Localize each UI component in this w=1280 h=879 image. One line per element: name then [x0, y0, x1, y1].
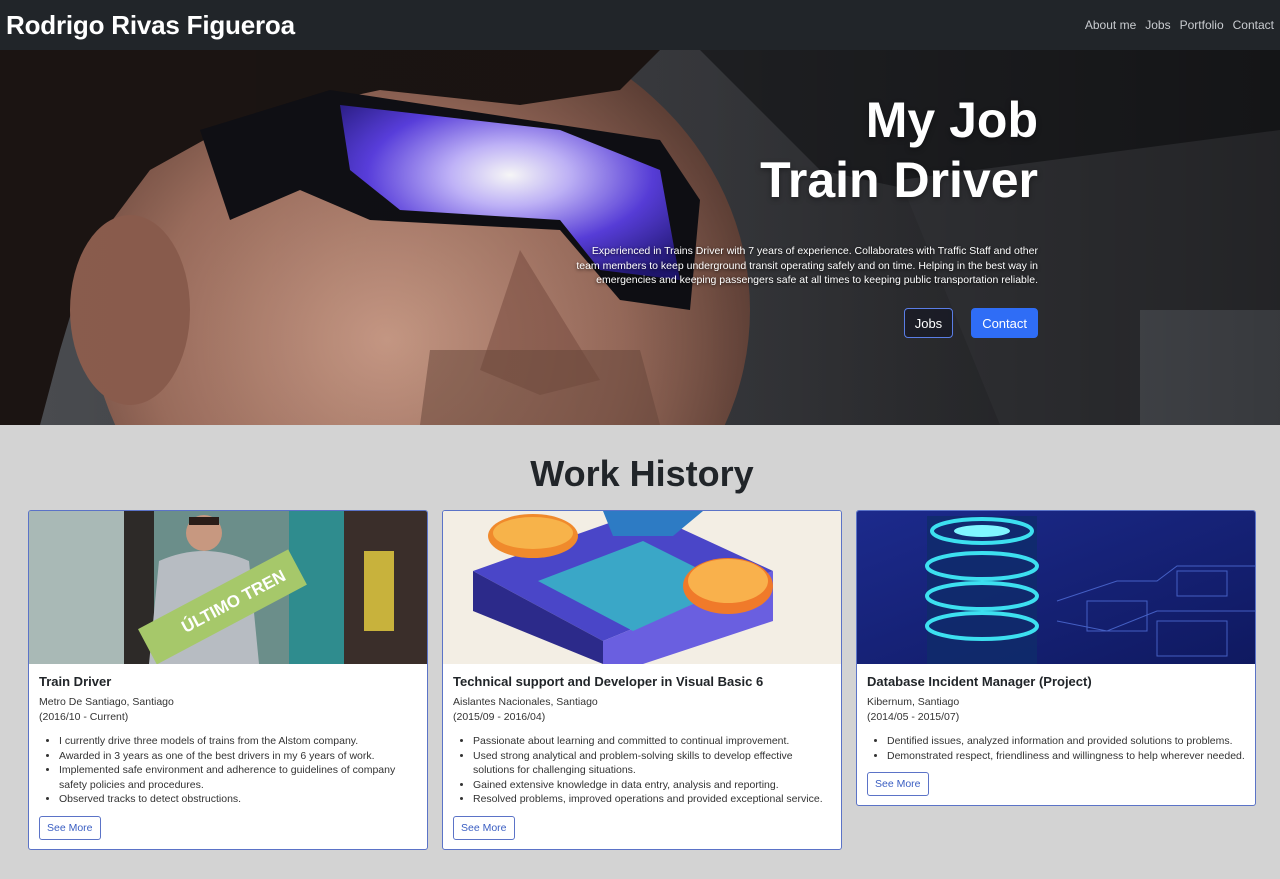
nav-link-about-me[interactable]: About me: [1076, 18, 1136, 32]
card-bullet-list: I currently drive three models of trains…: [59, 734, 417, 807]
nav-links: About me Jobs Portfolio Contact: [1076, 18, 1274, 32]
jobs-button[interactable]: Jobs: [903, 308, 954, 338]
card-image-train-driver: ÚLTIMO TREN: [29, 511, 427, 664]
see-more-button-database[interactable]: See More: [867, 772, 929, 797]
list-item: Passionate about learning and committed …: [473, 734, 831, 749]
see-more-button-train-driver[interactable]: See More: [39, 815, 101, 840]
card-title: Technical support and Developer in Visua…: [453, 674, 764, 689]
navbar: Rodrigo Rivas Figueroa About me Jobs Por…: [0, 0, 1280, 50]
card-image-technical-support: [443, 511, 841, 664]
card-body: Train Driver Metro De Santiago, Santiago…: [29, 664, 427, 849]
card-company: Kibernum, Santiago: [867, 696, 960, 708]
list-item: Gained extensive knowledge in data entry…: [473, 778, 831, 793]
hero-title-line2: Train Driver: [760, 152, 1038, 208]
card-bullet-list: Dentified issues, analyzed information a…: [887, 734, 1245, 763]
work-history-title: Work History: [530, 453, 754, 494]
brand-name[interactable]: Rodrigo Rivas Figueroa: [6, 10, 295, 41]
contact-button[interactable]: Contact: [971, 308, 1038, 338]
card-image-database: [857, 511, 1255, 664]
list-item: Observed tracks to detect obstructions.: [59, 792, 417, 807]
list-item: Awarded in 3 years as one of the best dr…: [59, 749, 417, 764]
card-dates: (2016/10 - Current): [39, 711, 129, 723]
list-item: Demonstrated respect, friendliness and w…: [887, 749, 1245, 764]
hero-text-block: My Job Train Driver Experienced in Train…: [568, 90, 1038, 288]
card-body: Technical support and Developer in Visua…: [443, 664, 841, 849]
list-item: Dentified issues, analyzed information a…: [887, 734, 1245, 749]
hero-buttons: Jobs Contact: [903, 308, 1038, 338]
hero-description: Experienced in Trains Driver with 7 year…: [576, 245, 1038, 286]
list-item: Implemented safe environment and adheren…: [59, 763, 417, 792]
hero-section: My Job Train Driver Experienced in Train…: [0, 50, 1280, 425]
work-card-train-driver: ÚLTIMO TREN Train Driver Metro De Santia…: [28, 510, 428, 850]
card-dates: (2014/05 - 2015/07): [867, 711, 960, 723]
card-body: Database Incident Manager (Project) Kibe…: [857, 664, 1255, 805]
nav-link-contact[interactable]: Contact: [1224, 18, 1274, 32]
card-bullet-list: Passionate about learning and committed …: [473, 734, 831, 807]
see-more-button-technical-support[interactable]: See More: [453, 815, 515, 840]
card-title: Database Incident Manager (Project): [867, 674, 1092, 689]
list-item: I currently drive three models of trains…: [59, 734, 417, 749]
work-card-database-incident-manager: Database Incident Manager (Project) Kibe…: [856, 510, 1256, 807]
nav-link-jobs[interactable]: Jobs: [1136, 18, 1170, 32]
list-item: Resolved problems, improved operations a…: [473, 792, 831, 807]
hero-title-line1: My Job: [865, 92, 1038, 148]
work-card-technical-support: Technical support and Developer in Visua…: [442, 510, 842, 850]
card-dates: (2015/09 - 2016/04): [453, 711, 546, 723]
nav-link-portfolio[interactable]: Portfolio: [1171, 18, 1224, 32]
card-company: Aislantes Nacionales, Santiago: [453, 696, 598, 708]
list-item: Used strong analytical and problem-solvi…: [473, 749, 831, 778]
card-title: Train Driver: [39, 674, 112, 689]
card-company: Metro De Santiago, Santiago: [39, 696, 174, 708]
